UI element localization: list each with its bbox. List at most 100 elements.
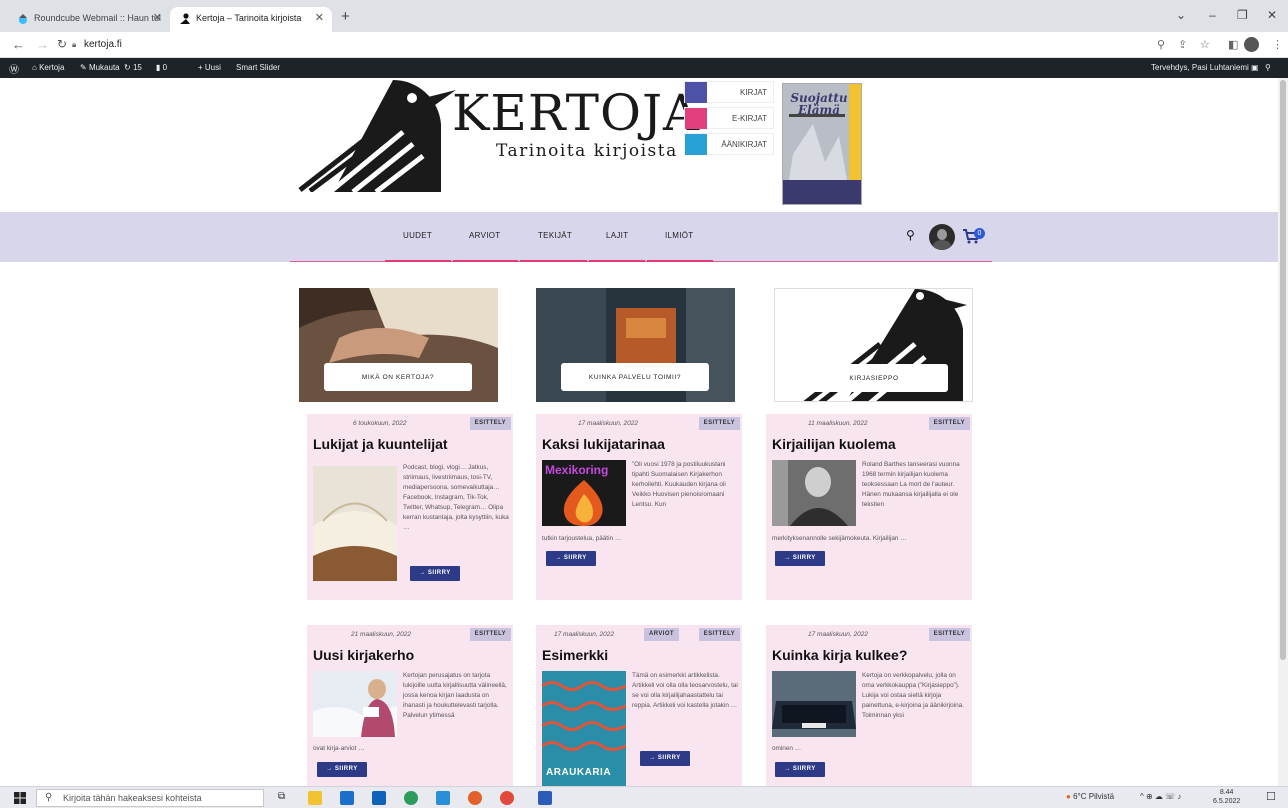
winter-reader-thumbnail[interactable] — [313, 671, 397, 737]
category-badge[interactable]: ESITTELY — [928, 628, 970, 641]
mail-icon[interactable] — [372, 791, 386, 805]
lock-icon[interactable]: 🔒︎ — [72, 40, 76, 50]
card-date: 17 maaliskuun, 2022 — [578, 420, 638, 427]
araukaria-cover-thumbnail[interactable]: ARAUKARIA — [542, 671, 626, 786]
admin-smart-slider-link[interactable]: Smart Slider — [236, 63, 280, 72]
account-avatar[interactable] — [929, 224, 955, 250]
taskbar-search-input[interactable]: ⚲ Kirjoita tähän hakeaksesi kohteista — [36, 789, 264, 807]
task-view-icon[interactable]: ⧉ — [278, 791, 292, 805]
url-field[interactable]: kertoja.fi — [84, 39, 122, 50]
close-icon[interactable]: ✕ — [315, 11, 324, 24]
category-badge[interactable]: ESITTELY — [469, 417, 511, 430]
read-more-button[interactable]: → SIIRRY — [775, 551, 825, 566]
admin-account-link[interactable]: Tervehdys, Pasi Luhtaniemi ▣ — [1151, 63, 1259, 72]
car-trunk-thumbnail[interactable] — [772, 671, 856, 737]
window-close-button[interactable]: ✕ — [1267, 8, 1277, 22]
tab-search-icon[interactable]: ⌄ — [1176, 8, 1186, 22]
read-more-button[interactable]: → SIIRRY — [546, 551, 596, 566]
browser-tab-bar: Roundcube Webmail :: Haun tul ✕ Kertoja … — [0, 0, 1288, 32]
author-portrait-thumbnail[interactable] — [772, 460, 856, 526]
category-badge[interactable]: ESITTELY — [698, 417, 740, 430]
nav-item-tekijat[interactable]: TEKIJÄT — [538, 231, 572, 240]
search-icon[interactable]: ⚲ — [906, 228, 915, 242]
windows-start-icon[interactable] — [14, 792, 26, 804]
bookmark-star-icon[interactable]: ☆ — [1200, 38, 1210, 51]
profile-avatar[interactable] — [1244, 37, 1259, 52]
article-card[interactable]: 17 maaliskuun, 2022 ARVIOT ESITTELY Esim… — [536, 625, 742, 786]
mexikoring-thumbnail[interactable]: Mexikoring — [542, 460, 626, 526]
admin-updates-link[interactable]: ↻ 15 — [124, 63, 142, 72]
card-title[interactable]: Kaksi lukijatarinaa — [542, 436, 665, 452]
article-card[interactable]: 17 maaliskuun, 2022 ESITTELY Kaksi lukij… — [536, 414, 742, 600]
clock[interactable]: 8.44 6.5.2022 — [1213, 788, 1240, 806]
new-tab-button[interactable]: + — [341, 8, 350, 25]
category-e-kirjat-button[interactable]: E-KIRJAT — [684, 107, 774, 129]
tab-roundcube[interactable]: Roundcube Webmail :: Haun tul ✕ — [8, 7, 170, 32]
read-more-button[interactable]: → SIIRRY — [317, 762, 367, 777]
book-ad-banner[interactable]: Suojattu Elämä — [782, 83, 862, 205]
category-badge[interactable]: ESITTELY — [698, 628, 740, 641]
chrome-icon[interactable] — [500, 791, 514, 805]
minimize-button[interactable]: – — [1209, 8, 1216, 22]
admin-site-link[interactable]: ⌂ Kertoja — [32, 63, 64, 72]
forward-arrow-icon[interactable]: → — [36, 37, 49, 52]
card-title[interactable]: Esimerkki — [542, 647, 608, 663]
wp-admin-bar: Ⓦ ⌂ Kertoja ✎ Mukauta ↻ 15 ▮ 0 + Uusi Sm… — [0, 58, 1288, 78]
back-arrow-icon[interactable]: ← — [12, 37, 25, 52]
feature-tile-kirjasieppo[interactable]: KIRJASIEPPO — [774, 288, 973, 402]
admin-customize-link[interactable]: ✎ Mukauta — [80, 63, 120, 72]
read-more-button[interactable]: → SIIRRY — [775, 762, 825, 777]
nav-item-ilmiot[interactable]: ILMIÖT — [665, 231, 693, 240]
category-badge[interactable]: ESITTELY — [928, 417, 970, 430]
close-icon[interactable]: ✕ — [153, 11, 162, 24]
tray-icons[interactable]: ^ ⊕ ☁ ☏ ♪ — [1140, 792, 1181, 801]
share-icon[interactable]: ⇪ — [1178, 38, 1187, 51]
feature-tile-mika-on-kertoja[interactable]: MIKÄ ON KERTOJA? — [299, 288, 498, 402]
open-book-thumbnail[interactable] — [313, 466, 397, 581]
category-badge[interactable]: ARVIOT — [644, 628, 679, 641]
read-more-button[interactable]: → SIIRRY — [410, 566, 460, 581]
card-title[interactable]: Lukijat ja kuuntelijat — [313, 436, 448, 452]
article-card[interactable]: 11 maaliskuun, 2022 ESITTELY Kirjailijan… — [766, 414, 972, 600]
edge-icon[interactable] — [404, 791, 418, 805]
scrollbar-thumb[interactable] — [1280, 80, 1286, 660]
weather-icon: ● — [1066, 792, 1071, 801]
tab-kertoja[interactable]: Kertoja – Tarinoita kirjoista ✕ — [170, 7, 332, 32]
nav-item-uudet[interactable]: UUDET — [403, 231, 432, 240]
wordpress-icon[interactable]: Ⓦ — [9, 61, 19, 76]
zoom-icon[interactable]: ⚲ — [1157, 38, 1165, 51]
admin-comments-link[interactable]: ▮ 0 — [156, 63, 167, 72]
firefox-icon[interactable] — [468, 791, 482, 805]
card-title[interactable]: Kirjailijan kuolema — [772, 436, 896, 452]
category-badge[interactable]: ESITTELY — [469, 628, 511, 641]
article-card[interactable]: 21 maaliskuun, 2022 ESITTELY Uusi kirjak… — [307, 625, 513, 786]
file-explorer-icon[interactable] — [308, 791, 322, 805]
feature-tile-kuinka-palvelu-toimii[interactable]: KUINKA PALVELU TOIMII? — [536, 288, 735, 402]
card-title[interactable]: Kuinka kirja kulkee? — [772, 647, 907, 663]
category-kirjat-button[interactable]: KIRJAT — [684, 81, 774, 103]
nav-item-arviot[interactable]: ARVIOT — [469, 231, 500, 240]
category-aanikirjat-button[interactable]: ÄÄNIKIRJAT — [684, 133, 774, 155]
menu-icon[interactable]: ⋮ — [1272, 38, 1283, 51]
photos-icon[interactable] — [436, 791, 450, 805]
side-panel-icon[interactable]: ◧ — [1228, 38, 1238, 51]
card-title[interactable]: Uusi kirjakerho — [313, 647, 414, 663]
read-more-button[interactable]: → SIIRRY — [640, 751, 690, 766]
card-excerpt: ”Oli vuosi 1978 ja postiluukustani tipah… — [632, 461, 726, 508]
reload-icon[interactable]: ↻ — [57, 37, 67, 51]
store-icon[interactable] — [340, 791, 354, 805]
site-title[interactable]: KERTOJA — [452, 84, 700, 142]
word-icon[interactable] — [538, 791, 552, 805]
feature-label: KIRJASIEPPO — [800, 364, 948, 392]
roundcube-icon — [19, 14, 27, 24]
nav-item-lajit[interactable]: LAJIT — [606, 231, 628, 240]
avatar-shoulders — [933, 240, 951, 250]
admin-search-icon[interactable]: ⚲ — [1265, 63, 1271, 72]
weather-widget[interactable]: ● 6°C Pilvistä — [1066, 792, 1114, 801]
notifications-icon[interactable]: ☐ — [1266, 790, 1276, 803]
admin-new-link[interactable]: + Uusi — [198, 63, 221, 72]
maximize-button[interactable]: ❐ — [1237, 8, 1248, 22]
article-card[interactable]: 6 toukokuun, 2022 ESITTELY Lukijat ja ku… — [307, 414, 513, 600]
kertoja-bird-logo[interactable] — [298, 80, 463, 192]
article-card[interactable]: 17 maaliskuun, 2022 ESITTELY Kuinka kirj… — [766, 625, 972, 786]
